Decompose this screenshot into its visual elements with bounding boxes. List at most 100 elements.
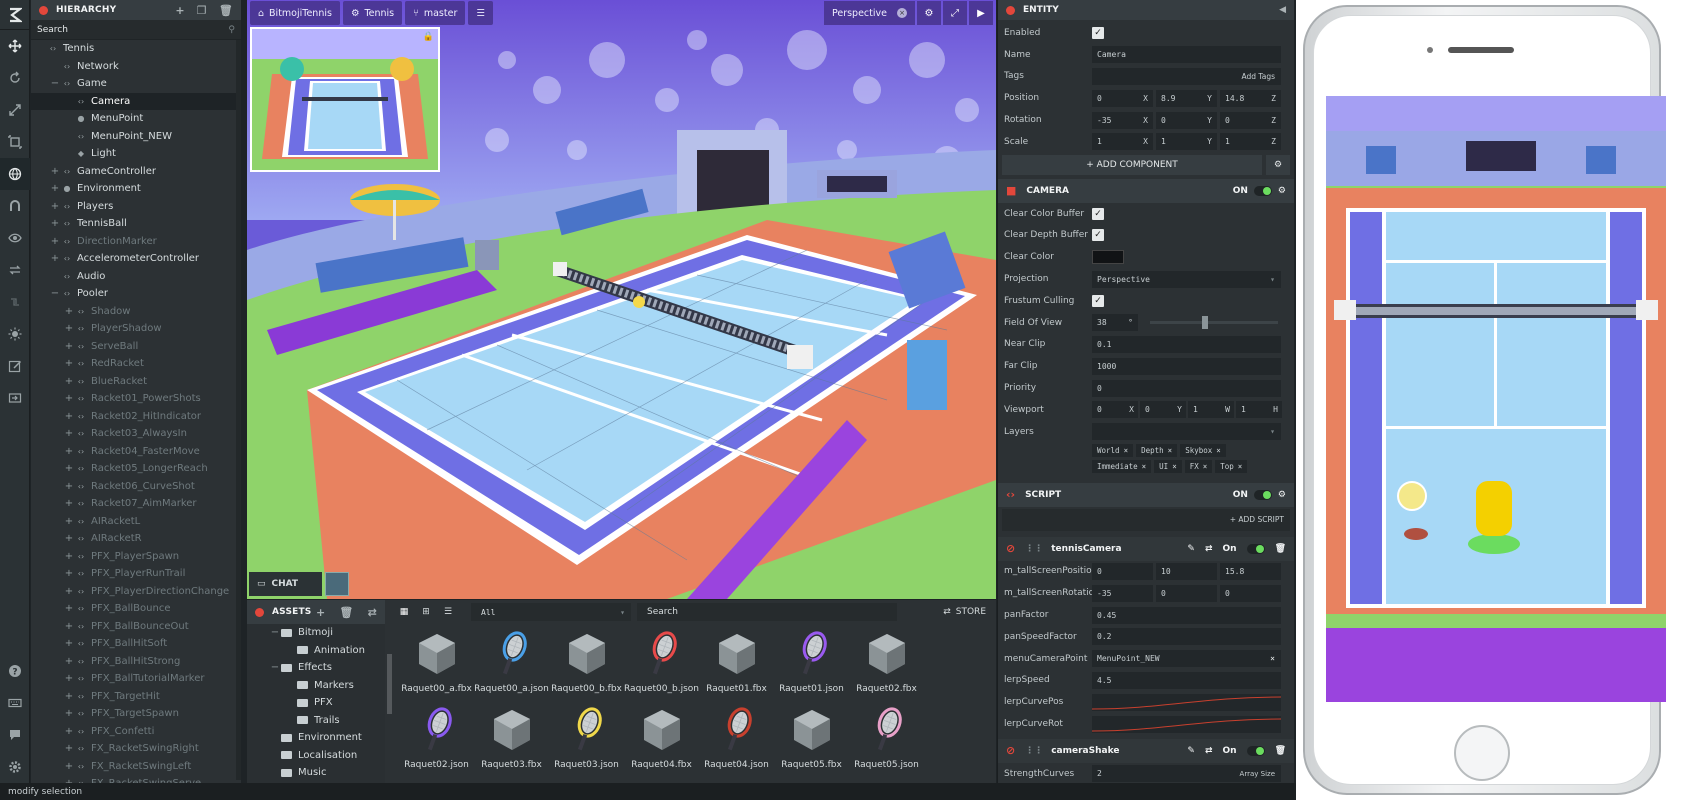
hierarchy-item[interactable]: + ‹› PFX_PlayerRunTrail	[31, 565, 241, 583]
light-icon[interactable]	[0, 318, 30, 350]
expand-icon[interactable]: +	[63, 603, 75, 614]
layer-tag[interactable]: Top ×	[1215, 460, 1248, 474]
fov-field[interactable]: 38 °	[1092, 314, 1138, 332]
hierarchy-item[interactable]: + ‹› AIRacketR	[31, 530, 241, 548]
asset-item[interactable]: Raquet05.json	[849, 704, 924, 780]
asset-item[interactable]: Raquet04.fbx	[624, 704, 699, 780]
keyboard-icon[interactable]	[0, 687, 30, 719]
toggle-switch[interactable]	[1253, 489, 1272, 500]
expand-icon[interactable]: +	[63, 411, 75, 422]
script-component-header[interactable]: ‹› SCRIPT ON ⚙	[998, 482, 1294, 507]
expand-icon[interactable]: +	[63, 761, 75, 772]
collapse-icon[interactable]: ◀	[1279, 5, 1294, 15]
hierarchy-item[interactable]: ‹› Network	[31, 58, 241, 76]
tall-pos-z-field[interactable]: 15.8	[1220, 562, 1281, 580]
asset-folder[interactable]: − Bitmoji	[247, 624, 385, 642]
clear-color-buffer-checkbox[interactable]: ✓	[1092, 207, 1104, 220]
hierarchy-item[interactable]: + ‹› PFX_BallHitStrong	[31, 653, 241, 671]
scene-button[interactable]: ⚙ Tennis	[342, 1, 403, 25]
expand-icon[interactable]: +	[63, 498, 75, 509]
expand-icon[interactable]: +	[63, 428, 75, 439]
resize-tool-icon[interactable]	[0, 126, 30, 158]
swap-icon[interactable]	[0, 254, 30, 286]
hierarchy-item[interactable]: + ‹› PFX_TargetSpawn	[31, 705, 241, 723]
expand-icon[interactable]: +	[63, 708, 75, 719]
fov-slider-handle[interactable]	[1202, 316, 1208, 330]
gear-icon[interactable]: ⚙	[1278, 186, 1286, 196]
tennis-camera-script-header[interactable]: ⊘ ⋮⋮ tennisCamera ✎ ⇄ On 🗑	[998, 536, 1294, 561]
reload-script-icon[interactable]: ⇄	[1205, 746, 1213, 756]
viewport-x-field[interactable]: 0X	[1092, 401, 1138, 419]
far-clip-field[interactable]: 1000	[1092, 357, 1281, 375]
play-icon[interactable]: ▶	[969, 1, 993, 25]
hierarchy-item[interactable]: + ‹› PFX_PlayerSpawn	[31, 548, 241, 566]
remove-script-icon[interactable]: ⊘	[1006, 542, 1015, 555]
asset-item[interactable]: Raquet01.json	[774, 628, 849, 704]
hierarchy-item[interactable]: + ‹› PFX_BallTutorialMarker	[31, 670, 241, 688]
expand-icon[interactable]: +	[63, 358, 75, 369]
clear-field-icon[interactable]: ×	[1270, 654, 1275, 663]
asset-folder[interactable]: Environment	[247, 729, 385, 747]
asset-item[interactable]: Raquet04.json	[699, 704, 774, 780]
component-settings-icon[interactable]: ⚙	[1266, 154, 1290, 175]
home-button[interactable]	[1454, 725, 1510, 781]
remove-tag-icon[interactable]: ×	[1216, 446, 1221, 455]
remove-script-icon[interactable]: ⊘	[1006, 744, 1015, 757]
layer-tag[interactable]: Immediate ×	[1092, 460, 1152, 474]
expand-icon[interactable]: +	[63, 306, 75, 317]
toggle-switch[interactable]	[1246, 745, 1265, 756]
lerp-speed-field[interactable]: 4.5	[1092, 671, 1281, 689]
hierarchy-item[interactable]: + ‹› FX_RacketSwingLeft	[31, 758, 241, 776]
viewport-y-field[interactable]: 0Y	[1140, 401, 1186, 419]
trash-icon[interactable]: 🗑	[1275, 746, 1286, 756]
add-tags-field[interactable]: Add Tags	[1092, 67, 1281, 85]
asset-folder[interactable]: Music	[247, 764, 385, 782]
scale-x-field[interactable]: 1X	[1092, 133, 1153, 151]
remove-tag-icon[interactable]: ×	[1124, 446, 1129, 455]
layer-tag[interactable]: World ×	[1092, 444, 1134, 458]
world-space-icon[interactable]	[0, 158, 30, 190]
hierarchy-item[interactable]: + ‹› AIRacketL	[31, 513, 241, 531]
asset-item[interactable]: Raquet00_a.json	[474, 628, 549, 704]
asset-folder[interactable]: − Effects	[247, 659, 385, 677]
hierarchy-item[interactable]: + ‹› PFX_Confetti	[31, 723, 241, 741]
hierarchy-item[interactable]: + ‹› PFX_BallBounceOut	[31, 618, 241, 636]
near-clip-field[interactable]: 0.1	[1092, 335, 1281, 353]
store-button[interactable]: ⇄ STORE	[943, 607, 986, 617]
asset-folder[interactable]: Markers	[247, 677, 385, 695]
expand-icon[interactable]: +	[63, 446, 75, 457]
tall-pos-y-field[interactable]: 10	[1156, 562, 1217, 580]
list-view-icon[interactable]: ☰	[437, 607, 459, 617]
hierarchy-scrollbar[interactable]	[236, 40, 241, 780]
expand-icon[interactable]: +	[63, 393, 75, 404]
expand-icon[interactable]: +	[49, 253, 61, 264]
grid-small-icon[interactable]: ⊞	[415, 607, 437, 617]
hierarchy-item[interactable]: + ‹› Players	[31, 198, 241, 216]
lerp-curve-pos-editor[interactable]	[1092, 693, 1281, 711]
add-asset-icon[interactable]: +	[316, 606, 325, 619]
layer-tag[interactable]: FX ×	[1184, 460, 1213, 474]
add-component-button[interactable]: + ADD COMPONENT	[1002, 154, 1262, 175]
rotation-y-field[interactable]: 0Y	[1156, 111, 1217, 129]
expand-icon[interactable]: +	[49, 201, 61, 212]
camera-mode-select[interactable]: Perspective ×	[823, 1, 915, 25]
asset-search-input[interactable]: Search	[637, 603, 897, 621]
user-avatar[interactable]	[325, 572, 349, 596]
link-icon[interactable]	[0, 286, 30, 318]
project-button[interactable]: ⌂ BitmojiTennis	[250, 1, 340, 25]
expand-icon[interactable]: +	[49, 166, 61, 177]
hierarchy-item[interactable]: + ‹› PlayerShadow	[31, 320, 241, 338]
panel-close-icon[interactable]	[1006, 5, 1015, 15]
projection-select[interactable]: Perspective ▾	[1092, 270, 1281, 288]
asset-item[interactable]: Raquet02.json	[399, 704, 474, 780]
asset-item[interactable]: Raquet00_b.json	[624, 628, 699, 704]
frustum-culling-checkbox[interactable]: ✓	[1092, 294, 1104, 307]
fullscreen-icon[interactable]: ⤢	[943, 1, 967, 25]
hierarchy-item[interactable]: + ‹› Racket02_HitIndicator	[31, 408, 241, 426]
hierarchy-item[interactable]: + ‹› Racket07_AimMarker	[31, 495, 241, 513]
reload-script-icon[interactable]: ⇄	[1205, 544, 1213, 554]
menu-button[interactable]: ☰	[468, 1, 493, 25]
tall-rot-z-field[interactable]: 0	[1220, 584, 1281, 602]
menu-camera-point-field[interactable]: MenuPoint_NEW ×	[1092, 650, 1281, 668]
expand-icon[interactable]: +	[63, 743, 75, 754]
